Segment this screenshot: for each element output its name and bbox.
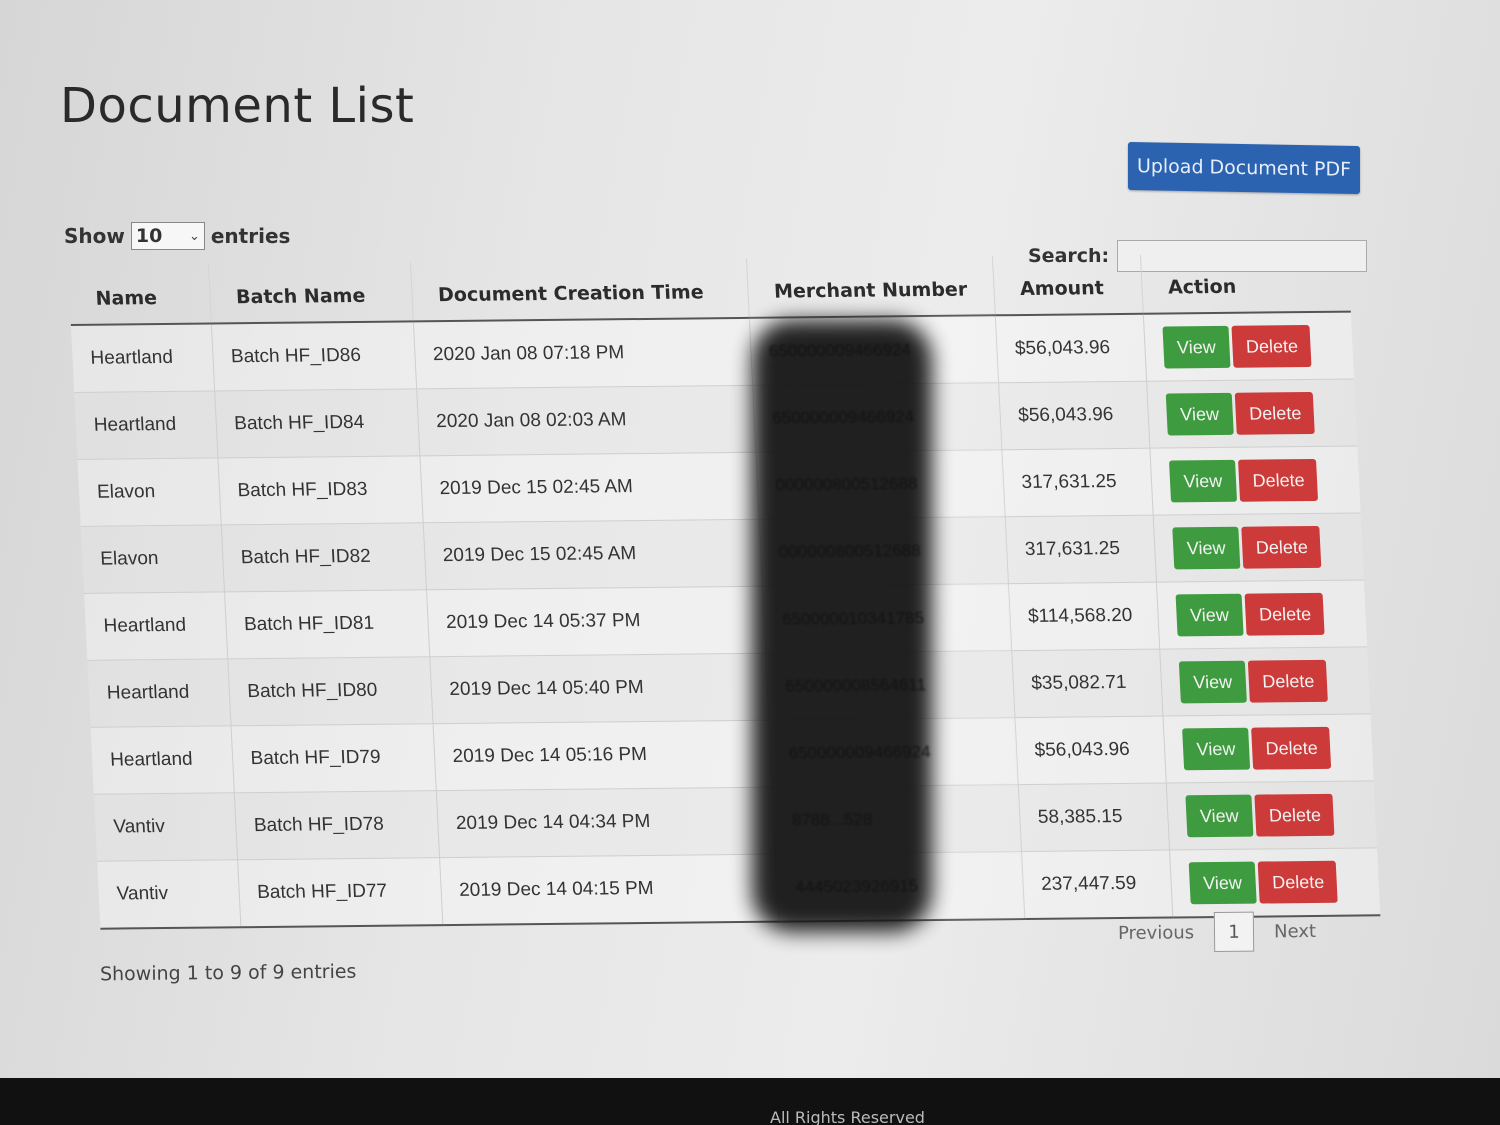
column-header-action: Action [1139,252,1351,314]
cell-amount: 317,631.25 [1001,448,1153,517]
column-header-batch-name[interactable]: Batch Name [207,262,413,324]
cell-name: Heartland [70,323,215,393]
cell-amount: 58,385.15 [1017,783,1170,852]
view-button[interactable]: View [1188,861,1257,905]
document-table: Name Batch Name Document Creation Time M… [68,252,1381,930]
view-button[interactable]: View [1178,660,1247,704]
entries-per-page-value: 10 [135,225,163,247]
cell-batch: Batch HF_ID83 [217,455,423,525]
cell-amount: $56,043.96 [994,313,1147,383]
screen: Document List Upload Document PDF Show 1… [0,0,1500,1125]
cell-amount: $35,082.71 [1011,649,1163,718]
cell-batch: Batch HF_ID77 [237,857,443,928]
cell-actions: View Delete [1162,713,1374,784]
footer-text: All Rights Reserved [770,1108,925,1125]
view-button[interactable]: View [1165,392,1234,436]
view-button[interactable]: View [1184,794,1253,838]
cell-name: Heartland [84,591,228,661]
cell-time: 2019 Dec 14 05:37 PM [425,586,766,657]
page-title: Document List [60,78,415,134]
delete-button[interactable]: Delete [1240,525,1321,569]
entries-per-page-select[interactable]: 10 ⌄ [130,222,205,250]
cell-time: 2019 Dec 14 05:16 PM [432,720,772,791]
cell-time: 2019 Dec 15 02:45 AM [422,519,762,590]
length-control: Show 10 ⌄ entries [64,222,290,250]
view-button[interactable]: View [1168,459,1237,503]
footer-bar [0,1078,1500,1125]
cell-actions: View Delete [1152,512,1364,583]
table-info: Showing 1 to 9 of 9 entries [99,960,357,986]
cell-time: 2019 Dec 14 04:34 PM [435,787,776,858]
delete-button[interactable]: Delete [1247,659,1328,703]
delete-button[interactable]: Delete [1250,726,1331,770]
cell-actions: View Delete [1142,311,1355,382]
cell-amount: $56,043.96 [998,381,1150,450]
cell-time: 2020 Jan 08 07:18 PM [412,317,753,389]
cell-time: 2019 Dec 15 02:45 AM [419,452,759,523]
cell-time: 2020 Jan 08 02:03 AM [416,385,756,456]
cell-batch: Batch HF_ID78 [233,790,440,860]
cell-name: Vantiv [97,859,241,929]
cell-batch: Batch HF_ID84 [214,388,420,458]
delete-button[interactable]: Delete [1257,860,1338,904]
show-label: Show [64,224,125,248]
cell-batch: Batch HF_ID80 [227,656,433,726]
delete-button[interactable]: Delete [1244,592,1325,636]
view-button[interactable]: View [1161,325,1231,369]
cell-actions: View Delete [1149,446,1361,516]
cell-actions: View Delete [1146,379,1358,449]
cell-name: Vantiv [93,792,238,862]
delete-button[interactable]: Delete [1253,793,1334,837]
cell-amount: 237,447.59 [1021,850,1173,920]
entries-label: entries [210,224,291,248]
cell-name: Heartland [90,725,234,795]
pagination: Previous 1 Next [1118,911,1316,953]
cell-actions: View Delete [1169,847,1381,918]
chevron-down-icon: ⌄ [188,228,200,244]
view-button[interactable]: View [1171,526,1240,570]
cell-time: 2019 Dec 14 04:15 PM [439,854,779,926]
cell-batch: Batch HF_ID79 [230,723,436,793]
view-button[interactable]: View [1175,593,1244,637]
cell-time: 2019 Dec 14 05:40 PM [429,653,769,724]
view-button[interactable]: View [1181,727,1250,771]
cell-name: Elavon [80,524,225,594]
cell-name: Elavon [77,457,221,527]
previous-page-button[interactable]: Previous [1118,922,1194,944]
cell-batch: Batch HF_ID81 [224,589,430,659]
cell-amount: $56,043.96 [1014,716,1166,785]
cell-amount: 317,631.25 [1004,515,1156,584]
delete-button[interactable]: Delete [1237,458,1318,502]
page-number-button[interactable]: 1 [1213,911,1255,953]
cell-batch: Batch HF_ID86 [210,321,417,391]
cell-actions: View Delete [1165,780,1378,851]
column-header-amount[interactable]: Amount [991,254,1143,316]
cell-actions: View Delete [1159,646,1371,717]
cell-name: Heartland [74,390,218,460]
column-header-creation-time[interactable]: Document Creation Time [409,258,749,322]
cell-batch: Batch HF_ID82 [220,522,426,592]
upload-document-button[interactable]: Upload Document PDF [1128,141,1360,195]
cell-name: Heartland [87,658,231,728]
cell-actions: View Delete [1155,579,1368,650]
delete-button[interactable]: Delete [1234,391,1315,435]
cell-amount: $114,568.20 [1007,582,1160,651]
next-page-button[interactable]: Next [1274,920,1316,941]
document-table-wrapper: Name Batch Name Document Creation Time M… [68,252,1390,929]
column-header-merchant-number[interactable]: Merchant Number [745,256,995,318]
delete-button[interactable]: Delete [1230,325,1312,368]
column-header-name[interactable]: Name [68,264,211,325]
redaction-mark [752,320,932,932]
